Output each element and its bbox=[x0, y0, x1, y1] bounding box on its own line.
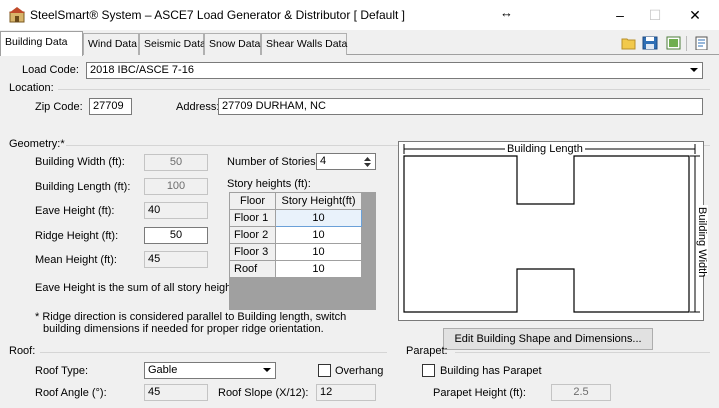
story-height-cell-floor-1[interactable]: 10 bbox=[275, 209, 362, 227]
story-height-cell-floor-3[interactable]: 10 bbox=[275, 243, 362, 261]
tab-snow-data[interactable]: Snow Data bbox=[204, 33, 261, 55]
resize-cursor-icon: ↔ bbox=[500, 5, 513, 20]
eave-height-note: Eave Height is the sum of all story heig… bbox=[35, 282, 240, 294]
zip-code-input[interactable]: 27709 bbox=[89, 98, 132, 115]
column-header-floor: Floor bbox=[229, 192, 276, 210]
building-width-dim-label: Building Width bbox=[696, 205, 708, 278]
row-header-floor-1: Floor 1 bbox=[229, 209, 276, 227]
parapet-group-label: Parapet: bbox=[406, 345, 448, 357]
overhang-checkbox[interactable] bbox=[318, 364, 331, 377]
roof-type-dropdown[interactable]: Gable bbox=[144, 362, 276, 379]
location-divider bbox=[58, 89, 710, 90]
building-has-parapet-checkbox[interactable] bbox=[422, 364, 435, 377]
column-header-story-height: Story Height(ft) bbox=[275, 192, 362, 210]
building-shape-diagram: Building Length Building Width bbox=[398, 141, 708, 321]
tab-building-data[interactable]: Building Data bbox=[0, 31, 83, 56]
row-header-roof: Roof bbox=[229, 260, 276, 278]
parapet-divider bbox=[455, 352, 710, 353]
story-heights-label: Story heights (ft): bbox=[227, 178, 311, 190]
ridge-height-label: Ridge Height (ft): bbox=[35, 230, 119, 242]
overhang-label: Overhang bbox=[335, 365, 384, 377]
eave-height-field: 40 bbox=[144, 202, 208, 219]
title-bar: SteelSmart® System – ASCE7 Load Generato… bbox=[0, 0, 719, 30]
number-of-stories-stepper[interactable]: 4 bbox=[316, 153, 376, 170]
ridge-note-line1: * Ridge direction is considered parallel… bbox=[35, 311, 347, 323]
roof-type-value: Gable bbox=[148, 364, 178, 376]
mean-height-label: Mean Height (ft): bbox=[35, 254, 117, 266]
number-of-stories-label: Number of Stories: bbox=[227, 156, 319, 168]
eave-height-label: Eave Height (ft): bbox=[35, 205, 115, 217]
tab-wind-data[interactable]: Wind Data bbox=[83, 33, 139, 55]
close-button[interactable]: ✕ bbox=[680, 5, 710, 25]
spin-arrows-icon[interactable] bbox=[363, 156, 372, 168]
tab-strip: Building Data Wind Data Seismic Data Sno… bbox=[0, 30, 719, 56]
building-length-label: Building Length (ft): bbox=[35, 181, 131, 193]
table-row: Floor 2 10 bbox=[229, 226, 362, 244]
toolbar-separator bbox=[686, 36, 687, 51]
stories-value: 4 bbox=[320, 155, 327, 167]
table-row: Floor 3 10 bbox=[229, 243, 362, 261]
location-group-label: Location: bbox=[9, 82, 54, 94]
roof-slope-field: 12 bbox=[316, 384, 376, 401]
roof-type-label: Roof Type: bbox=[35, 365, 88, 377]
roof-slope-label: Roof Slope (X/12): bbox=[218, 387, 309, 399]
parapet-height-label: Parapet Height (ft): bbox=[433, 387, 526, 399]
roof-angle-label: Roof Angle (°): bbox=[35, 387, 107, 399]
zip-code-label: Zip Code: bbox=[35, 101, 83, 113]
story-height-cell-roof[interactable]: 10 bbox=[275, 260, 362, 278]
edit-building-shape-button[interactable]: Edit Building Shape and Dimensions... bbox=[443, 328, 653, 350]
load-code-value: 2018 IBC/ASCE 7-16 bbox=[90, 64, 194, 76]
tab-shear-walls-data[interactable]: Shear Walls Data bbox=[261, 33, 347, 55]
ridge-note-line2: building dimensions if needed for proper… bbox=[43, 323, 324, 335]
maximize-button[interactable]: ☐ bbox=[640, 5, 670, 25]
chevron-down-icon bbox=[263, 368, 271, 372]
roof-group-label: Roof: bbox=[9, 345, 36, 357]
h-shape-drawing bbox=[403, 144, 700, 313]
address-label: Address: bbox=[176, 101, 220, 113]
building-width-field: 50 bbox=[144, 154, 208, 171]
window-title: SteelSmart® System – ASCE7 Load Generato… bbox=[30, 8, 406, 22]
table-row: Floor 1 10 bbox=[229, 209, 362, 227]
building-has-parapet-label: Building has Parapet bbox=[440, 365, 542, 377]
row-header-floor-3: Floor 3 bbox=[229, 243, 276, 261]
load-code-dropdown[interactable]: 2018 IBC/ASCE 7-16 bbox=[86, 62, 703, 79]
report-icon[interactable] bbox=[694, 36, 710, 50]
table-header-row: Floor Story Height(ft) bbox=[229, 192, 362, 210]
app-icon bbox=[9, 7, 25, 23]
minimize-button[interactable]: – bbox=[605, 5, 635, 25]
building-length-dim-label: Building Length bbox=[505, 143, 585, 155]
roof-angle-field: 45 bbox=[144, 384, 208, 401]
roof-divider bbox=[40, 352, 387, 353]
building-width-label: Building Width (ft): bbox=[35, 156, 125, 168]
address-input[interactable]: 27709 DURHAM, NC bbox=[218, 98, 703, 115]
open-folder-icon[interactable] bbox=[621, 36, 637, 50]
story-height-cell-floor-2[interactable]: 10 bbox=[275, 226, 362, 244]
export-icon[interactable] bbox=[666, 36, 682, 50]
table-row: Roof 10 bbox=[229, 260, 362, 278]
story-heights-table: Floor Story Height(ft) Floor 1 10 Floor … bbox=[229, 192, 362, 278]
parapet-height-field: 2.5 bbox=[551, 384, 611, 401]
load-code-label: Load Code: bbox=[22, 64, 79, 76]
ridge-height-input[interactable]: 50 bbox=[144, 227, 208, 244]
tab-seismic-data[interactable]: Seismic Data bbox=[139, 33, 206, 55]
geometry-group-label: Geometry:* bbox=[9, 138, 65, 150]
mean-height-field: 45 bbox=[144, 251, 208, 268]
row-header-floor-2: Floor 2 bbox=[229, 226, 276, 244]
building-length-field: 100 bbox=[144, 178, 208, 195]
save-icon[interactable] bbox=[642, 36, 658, 50]
chevron-down-icon bbox=[690, 68, 698, 72]
